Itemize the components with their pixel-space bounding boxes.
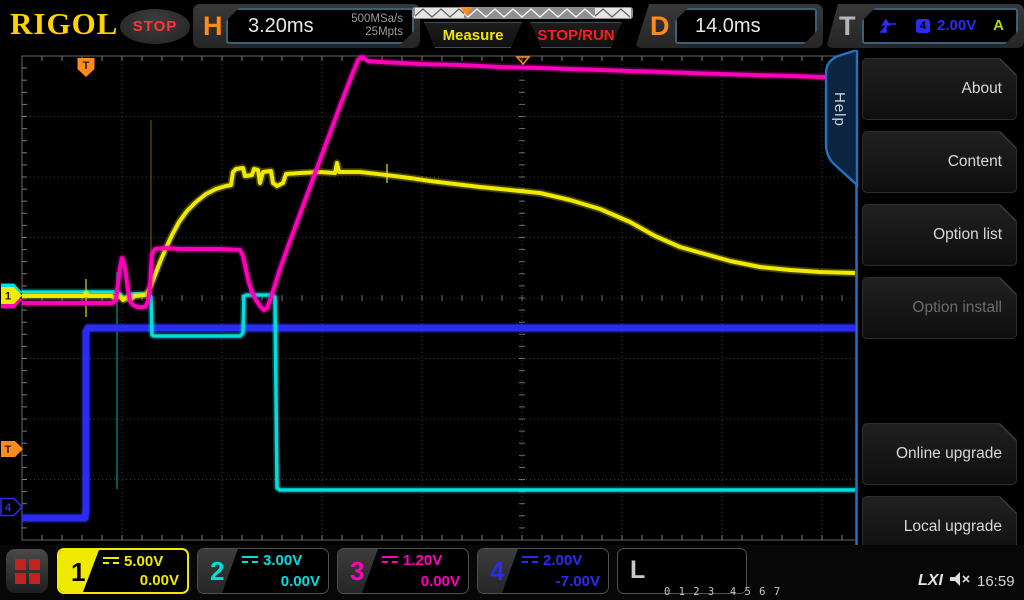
menu-item-online-upgrade[interactable]: Online upgrade [862, 423, 1017, 485]
rigol-logo: RIGOL [10, 6, 118, 42]
delay-group[interactable]: D 14.0ms [635, 4, 823, 48]
svg-text:1: 1 [5, 291, 11, 303]
trigger-box[interactable]: 4 2.00V A [862, 8, 1018, 44]
speaker-muted-icon [949, 571, 971, 589]
logic-channel-numbers: 0 1 2 3 4 5 6 7 8 9 1011 12131415 [664, 557, 740, 600]
channel-1-number: 1 [59, 550, 99, 592]
sample-rate: 500MSa/s [351, 13, 403, 26]
channel-3-number: 3 [338, 549, 378, 593]
channel-3-scale: 1.20V [403, 552, 442, 569]
oscilloscope-screen: T T 1 4 RIGOL STOP H 3.20ms 500MSa/s 25Mpts [0, 0, 1024, 600]
trigger-level-value: 2.00V [937, 17, 976, 34]
logic-channels-box[interactable]: L 0 1 2 3 4 5 6 7 8 9 1011 12131415 [617, 548, 747, 594]
channel-4-box[interactable]: 4 2.00V -7.00V [477, 548, 609, 594]
trigger-group[interactable]: T 4 2.00V A [826, 4, 1024, 48]
channel-4-number: 4 [478, 549, 518, 593]
help-tab-label[interactable]: Help [831, 92, 848, 127]
delay-label: D [650, 11, 670, 42]
top-status-bar: RIGOL STOP H 3.20ms 500MSa/s 25Mpts Meas… [0, 0, 1024, 50]
dc-coupling-icon [103, 556, 119, 567]
svg-text:4: 4 [5, 502, 12, 514]
channel-2-number: 2 [198, 549, 238, 593]
menu-panel: About Content Option list Option install Onl… [855, 50, 1024, 562]
run-state-badge: STOP [120, 9, 190, 44]
delay-box[interactable]: 14.0ms [675, 8, 817, 44]
dc-coupling-icon [242, 555, 258, 566]
horizontal-group[interactable]: H 3.20ms 500MSa/s 25Mpts [193, 4, 420, 48]
channel-4-scale: 2.00V [543, 552, 582, 569]
delay-value: 14.0ms [695, 15, 761, 38]
channel-2-offset: 0.00V [281, 573, 320, 590]
dc-coupling-icon [382, 555, 398, 566]
clock: 16:59 [977, 573, 1015, 590]
channel-4-marker[interactable]: 4 [1, 499, 22, 516]
channel-4-offset: -7.00V [556, 573, 600, 590]
sample-rate-readout: 500MSa/s 25Mpts [351, 13, 403, 39]
trigger-position-marker[interactable]: T [78, 58, 95, 77]
trace-ch2[interactable] [22, 292, 855, 490]
measure-button[interactable]: Measure [424, 22, 522, 48]
trigger-source-badge: 4 [916, 19, 930, 33]
menu-item-content[interactable]: Content [862, 131, 1017, 193]
trigger-label: T [839, 11, 856, 42]
main-menu-icon[interactable] [6, 549, 48, 593]
stop-run-button[interactable]: STOP/RUN [530, 22, 622, 48]
logic-label: L [630, 556, 645, 585]
channel-1-offset: 0.00V [140, 572, 179, 589]
lxi-indicator: LXI [918, 572, 943, 590]
channel-1-scale: 5.00V [124, 553, 163, 570]
svg-text:T: T [5, 444, 12, 456]
dc-coupling-icon [522, 555, 538, 566]
trigger-mode: A [993, 17, 1004, 34]
timebase-value: 3.20ms [248, 15, 314, 38]
logic-row-1: 0 1 2 3 4 5 6 7 [664, 585, 740, 599]
menu-item-option-list[interactable]: Option list [862, 204, 1017, 266]
menu-item-about[interactable]: About [862, 58, 1017, 120]
bottom-status-bar: 1 5.00V 0.00V 2 3.00V 0.00V 3 1.20V 0.00V 4 2.00V -… [0, 545, 1024, 600]
menu-item-option-install: Option install [862, 277, 1017, 339]
channel-3-offset: 0.00V [421, 573, 460, 590]
center-position-indicator [517, 57, 529, 64]
channel-2-box[interactable]: 2 3.00V 0.00V [197, 548, 329, 594]
trigger-level-marker[interactable]: T [1, 441, 23, 457]
channel-2-scale: 3.00V [263, 552, 302, 569]
horizontal-label: H [203, 11, 223, 42]
memory-depth: 25Mpts [351, 26, 403, 39]
channel-1-box[interactable]: 1 5.00V 0.00V [57, 548, 189, 594]
svg-text:T: T [83, 60, 90, 72]
horizontal-position-strip[interactable] [412, 6, 634, 20]
timebase-box[interactable]: 3.20ms 500MSa/s 25Mpts [226, 8, 414, 44]
rising-edge-trigger-icon [878, 18, 898, 35]
channel-3-box[interactable]: 3 1.20V 0.00V [337, 548, 469, 594]
